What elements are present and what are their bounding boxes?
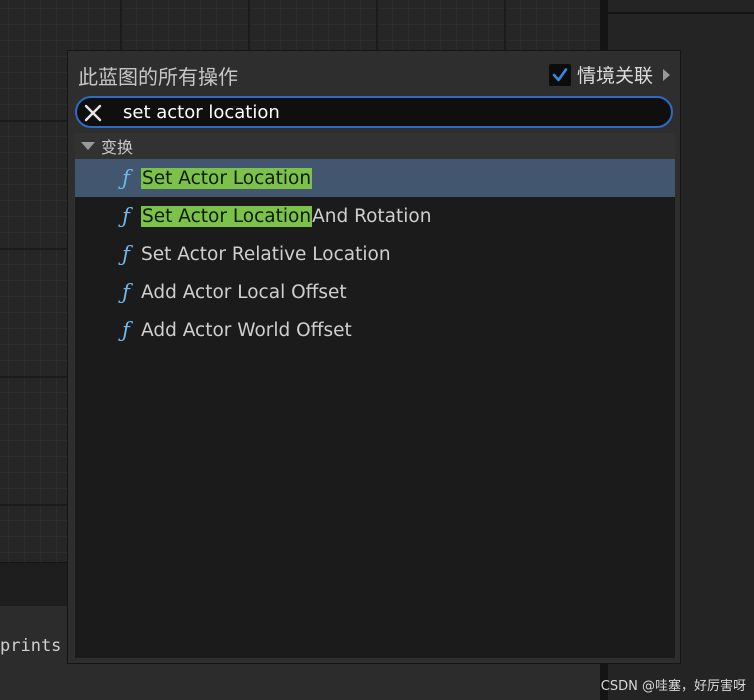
triangle-down-icon[interactable] xyxy=(81,142,95,150)
watermark: CSDN @哇塞，好厉害呀 xyxy=(600,679,746,694)
function-f-icon: ƒ xyxy=(122,318,130,342)
clear-search-button[interactable] xyxy=(81,101,105,125)
result-rest: Set Actor Relative Location xyxy=(141,243,391,265)
category-label: 变换 xyxy=(101,138,134,157)
result-highlight: Set Actor Location xyxy=(141,167,313,189)
popup-title: 此蓝图的所有操作 xyxy=(78,65,238,89)
chevron-right-icon[interactable] xyxy=(663,68,670,81)
context-sensitive-toggle[interactable]: 情境关联 xyxy=(548,61,670,88)
result-rest: Add Actor World Offset xyxy=(141,319,352,341)
search-box[interactable] xyxy=(75,96,673,128)
close-icon xyxy=(84,104,102,122)
checkmark-icon xyxy=(552,67,568,81)
result-highlight: Set Actor Location xyxy=(141,205,313,227)
function-f-icon: ƒ xyxy=(122,242,130,266)
function-f-icon: ƒ xyxy=(122,204,130,228)
result-item-set-actor-relative-location[interactable]: ƒ Set Actor Relative Location xyxy=(75,235,675,273)
result-item-set-actor-location[interactable]: ƒ Set Actor Location xyxy=(75,159,675,197)
panel-divider xyxy=(608,12,754,14)
result-rest: And Rotation xyxy=(312,205,432,227)
category-header[interactable]: 变换 xyxy=(75,133,675,159)
results-list[interactable]: 变换 ƒ Set Actor Location ƒ Set Actor Loca… xyxy=(75,133,675,658)
background-text: prints xyxy=(0,636,62,656)
result-item-add-actor-local-offset[interactable]: ƒ Add Actor Local Offset xyxy=(75,273,675,311)
context-sensitive-checkbox[interactable] xyxy=(548,63,571,86)
result-item-set-actor-location-and-rotation[interactable]: ƒ Set Actor Location And Rotation xyxy=(75,197,675,235)
function-f-icon: ƒ xyxy=(122,166,130,190)
result-item-add-actor-world-offset[interactable]: ƒ Add Actor World Offset xyxy=(75,311,675,349)
search-input[interactable] xyxy=(123,100,643,124)
action-menu-popup: 此蓝图的所有操作 情境关联 变换 ƒ Set Actor Location xyxy=(67,50,681,664)
context-sensitive-label: 情境关联 xyxy=(576,65,653,87)
result-rest: Add Actor Local Offset xyxy=(141,281,347,303)
function-f-icon: ƒ xyxy=(122,280,130,304)
